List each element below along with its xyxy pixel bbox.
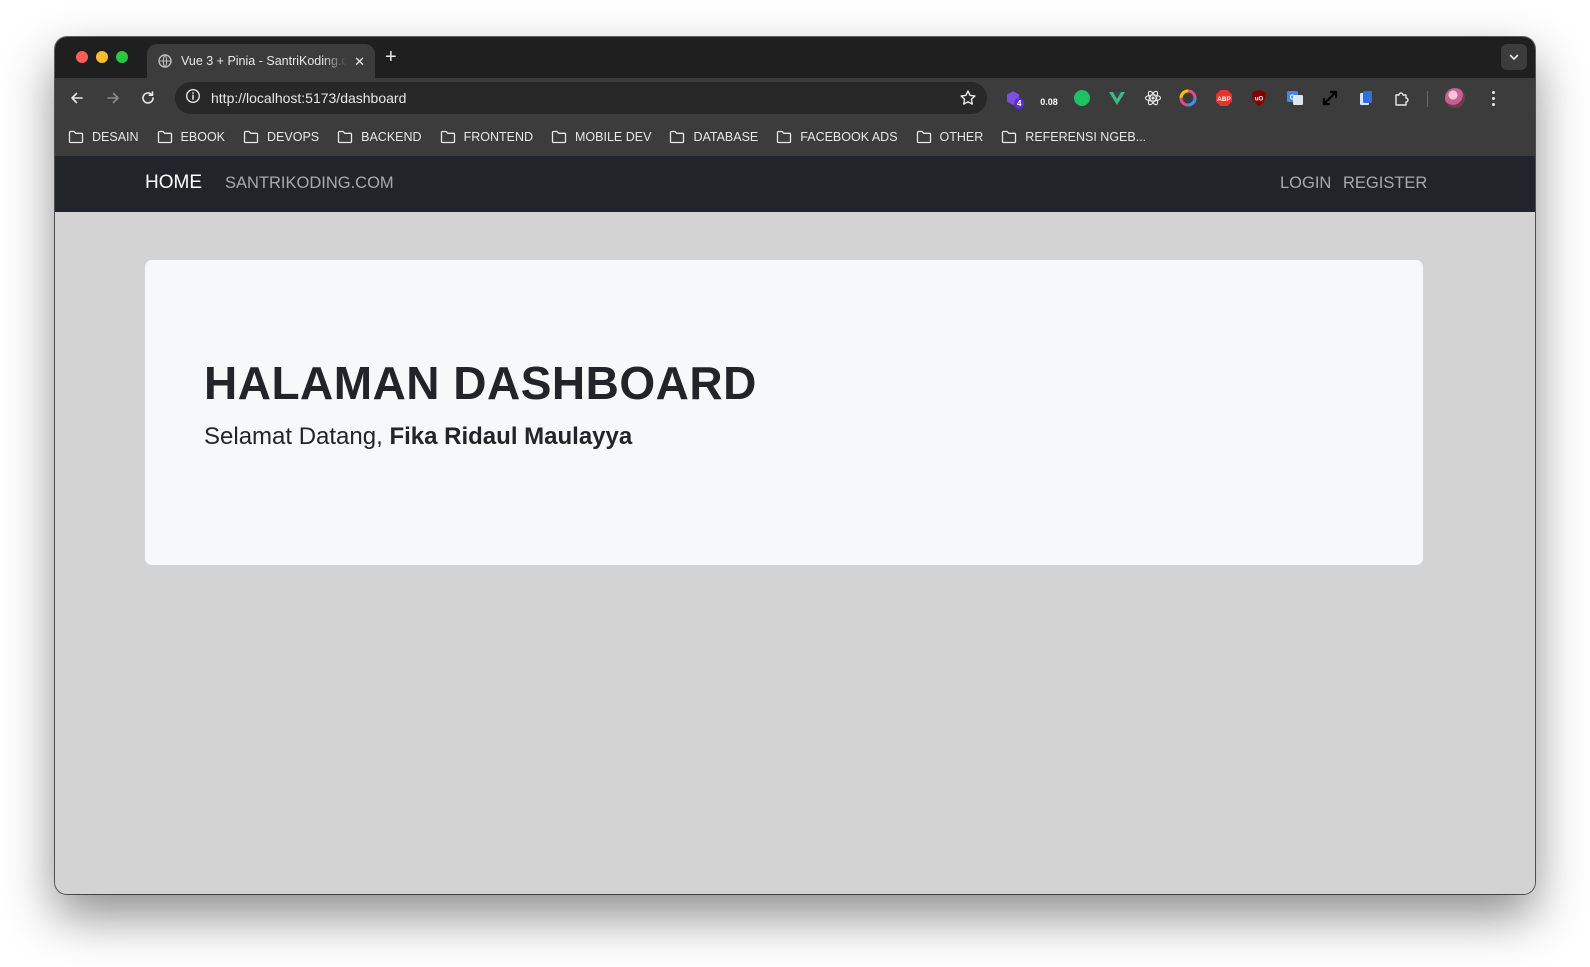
resize-extension-icon[interactable] — [1319, 87, 1341, 109]
site-navbar: HOME SANTRIKODING.COM LOGIN REGISTER — [55, 156, 1535, 212]
bookmarks-bar: DESAIN EBOOK DEVOPS BACKEND FRONTEND MOBILE D… — [55, 118, 1535, 156]
google-translate-icon[interactable]: G — [1284, 87, 1306, 109]
bookmark-label: FRONTEND — [463, 130, 534, 144]
tab-strip: Vue 3 + Pinia - SantriKoding.com ✕ + — [55, 37, 1535, 78]
toolbar-divider — [1427, 91, 1428, 107]
site-info-icon[interactable] — [185, 88, 201, 109]
bookmark-folder-database[interactable]: DATABASE — [669, 130, 758, 144]
bookmark-label: DATABASE — [693, 130, 759, 144]
bookmark-label: DESAIN — [92, 130, 139, 144]
folder-icon — [68, 130, 92, 144]
url-text: http://localhost:5173/dashboard — [211, 90, 407, 106]
bookmark-label: EBOOK — [180, 130, 226, 144]
tab-title: Vue 3 + Pinia - SantriKoding.com — [181, 54, 347, 68]
bookmark-label: OTHER — [939, 130, 984, 144]
bookmark-folder-referensi-ngeb[interactable]: REFERENSI NGEB... — [1001, 130, 1146, 144]
minimize-window-button[interactable] — [96, 51, 108, 63]
nav-login-link[interactable]: LOGIN — [1280, 174, 1331, 193]
maximize-window-button[interactable] — [116, 51, 128, 63]
back-icon[interactable] — [67, 88, 87, 108]
folder-icon — [1001, 130, 1025, 144]
address-bar[interactable]: http://localhost:5173/dashboard — [175, 82, 987, 114]
bookmark-label: BACKEND — [361, 130, 422, 144]
ublock-origin-icon[interactable]: uO — [1248, 87, 1270, 109]
bookmark-folder-ebook[interactable]: EBOOK — [157, 130, 225, 144]
counter-extension-icon[interactable]: 0.08 — [1036, 87, 1062, 109]
clipboard-extension-icon[interactable] — [1355, 87, 1377, 109]
profile-avatar[interactable] — [1445, 88, 1465, 108]
tab-search-button[interactable] — [1501, 44, 1527, 70]
react-devtools-icon[interactable] — [1142, 87, 1164, 109]
folder-icon — [916, 130, 940, 144]
svg-text:ABP: ABP — [1217, 96, 1231, 103]
globe-icon — [157, 53, 173, 69]
browser-tab[interactable]: Vue 3 + Pinia - SantriKoding.com ✕ — [147, 44, 375, 78]
folder-icon — [243, 130, 267, 144]
browser-window: Vue 3 + Pinia - SantriKoding.com ✕ + htt… — [55, 37, 1535, 894]
extensions-puzzle-icon[interactable] — [1391, 87, 1413, 109]
folder-icon — [551, 130, 575, 144]
vue-devtools-icon[interactable] — [1106, 87, 1128, 109]
browser-menu-icon[interactable] — [1489, 88, 1497, 108]
bookmark-folder-frontend[interactable]: FRONTEND — [440, 130, 533, 144]
page-viewport: HOME SANTRIKODING.COM LOGIN REGISTER HAL… — [55, 156, 1535, 894]
close-window-button[interactable] — [76, 51, 88, 63]
dashboard-card: HALAMAN DASHBOARD Selamat Datang, Fika R… — [145, 260, 1423, 565]
bookmark-folder-desain[interactable]: DESAIN — [68, 130, 139, 144]
bookmark-folder-mobile-dev[interactable]: MOBILE DEV — [551, 130, 651, 144]
folder-icon — [337, 130, 361, 144]
nav-santrikoding-link[interactable]: SANTRIKODING.COM — [225, 174, 394, 193]
user-name: Fika Ridaul Maulayya — [389, 423, 633, 450]
forward-icon[interactable] — [103, 88, 123, 108]
bookmark-folder-devops[interactable]: DEVOPS — [243, 130, 319, 144]
bookmark-folder-other[interactable]: OTHER — [916, 130, 984, 144]
bookmark-folder-backend[interactable]: BACKEND — [337, 130, 422, 144]
svg-text:uO: uO — [1255, 97, 1264, 103]
color-picker-extension-icon[interactable] — [1177, 87, 1199, 109]
stack-extension-icon[interactable]: 4 — [1002, 87, 1025, 109]
nav-home-link[interactable]: HOME — [145, 172, 202, 194]
page-title: HALAMAN DASHBOARD — [204, 357, 757, 409]
bookmark-label: FACEBOOK ADS — [800, 130, 898, 144]
chevron-down-icon — [1509, 54, 1519, 60]
folder-icon — [669, 130, 693, 144]
bookmark-label: REFERENSI NGEB... — [1025, 130, 1147, 144]
folder-icon — [776, 130, 800, 144]
browser-toolbar: http://localhost:5173/dashboard 4 0.08 A… — [55, 78, 1535, 118]
bookmark-label: DEVOPS — [267, 130, 320, 144]
bookmark-star-icon[interactable] — [959, 89, 977, 107]
reload-icon[interactable] — [138, 88, 158, 108]
svg-text:G: G — [1290, 95, 1296, 102]
greeting-text: Selamat Datang, — [204, 423, 383, 450]
close-tab-icon[interactable]: ✕ — [354, 55, 365, 68]
welcome-message: Selamat Datang, Fika Ridaul Maulayya — [204, 423, 632, 451]
nav-register-link[interactable]: REGISTER — [1343, 174, 1427, 193]
new-tab-icon[interactable]: + — [385, 47, 397, 67]
folder-icon — [157, 130, 181, 144]
green-dot-extension-icon[interactable] — [1071, 87, 1093, 109]
bookmark-label: MOBILE DEV — [575, 130, 652, 144]
folder-icon — [440, 130, 464, 144]
bookmark-folder-facebook-ads[interactable]: FACEBOOK ADS — [776, 130, 898, 144]
adblock-plus-icon[interactable]: ABP — [1213, 87, 1235, 109]
